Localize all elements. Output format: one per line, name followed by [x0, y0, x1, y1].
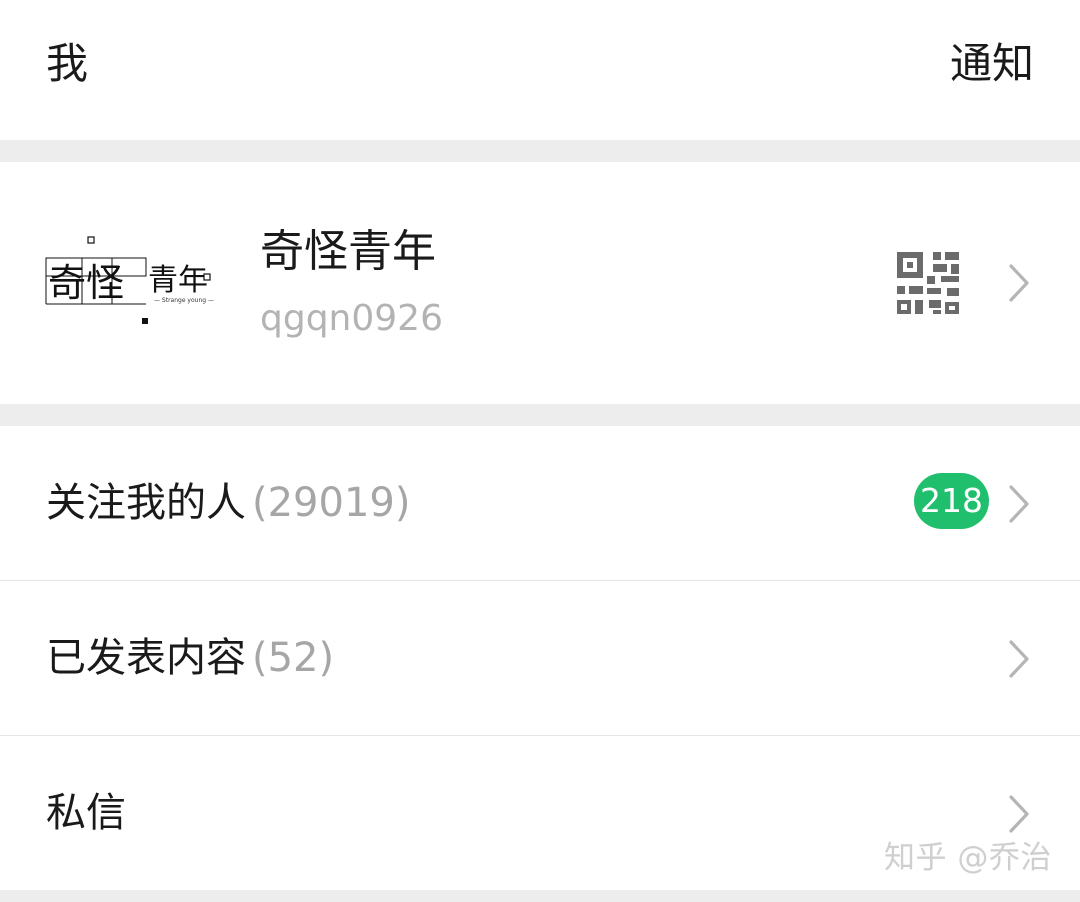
menu-item-followers-label: 关注我的人 — [46, 480, 246, 526]
svg-text:青年: 青年 — [148, 263, 208, 298]
profile-id: qgqn0926 — [260, 298, 443, 339]
followers-count: (29019) — [252, 480, 411, 526]
chevron-right-icon — [1008, 263, 1030, 303]
watermark: 知乎 @乔治 — [884, 840, 1052, 876]
new-followers-badge: 218 — [914, 473, 989, 529]
menu-item-followers-text: 关注我的人 (29019) — [46, 478, 410, 528]
menu-item-published[interactable]: 已发表内容 (52) — [0, 581, 1080, 736]
menu-item-followers[interactable]: 关注我的人 (29019) 218 — [0, 426, 1080, 581]
page-title: 我 — [46, 39, 89, 88]
top-header: 我 通知 — [0, 0, 1080, 140]
svg-text:奇怪: 奇怪 — [48, 261, 124, 305]
menu-item-published-text: 已发表内容 (52) — [46, 633, 334, 683]
notifications-button[interactable]: 通知 — [950, 38, 1034, 90]
menu-item-published-label: 已发表内容 — [46, 635, 246, 681]
menu-list: 关注我的人 (29019) 218 已发表内容 (52) 私信 — [0, 426, 1080, 890]
qr-code-icon[interactable] — [897, 252, 959, 314]
bottom-divider — [0, 890, 1080, 902]
profile-logo: 奇怪 青年 — Strange young — — [45, 236, 214, 324]
profile-card[interactable]: 奇怪 青年 — Strange young — 奇怪青年 qgqn0926 — [0, 162, 1080, 404]
chevron-right-icon — [1008, 794, 1030, 834]
published-count: (52) — [252, 635, 335, 681]
menu-item-messages-label: 私信 — [46, 790, 126, 836]
profile-name: 奇怪青年 — [260, 226, 436, 277]
chevron-right-icon — [1008, 484, 1030, 524]
chevron-right-icon — [1008, 639, 1030, 679]
svg-text:— Strange young —: — Strange young — — [154, 297, 214, 304]
